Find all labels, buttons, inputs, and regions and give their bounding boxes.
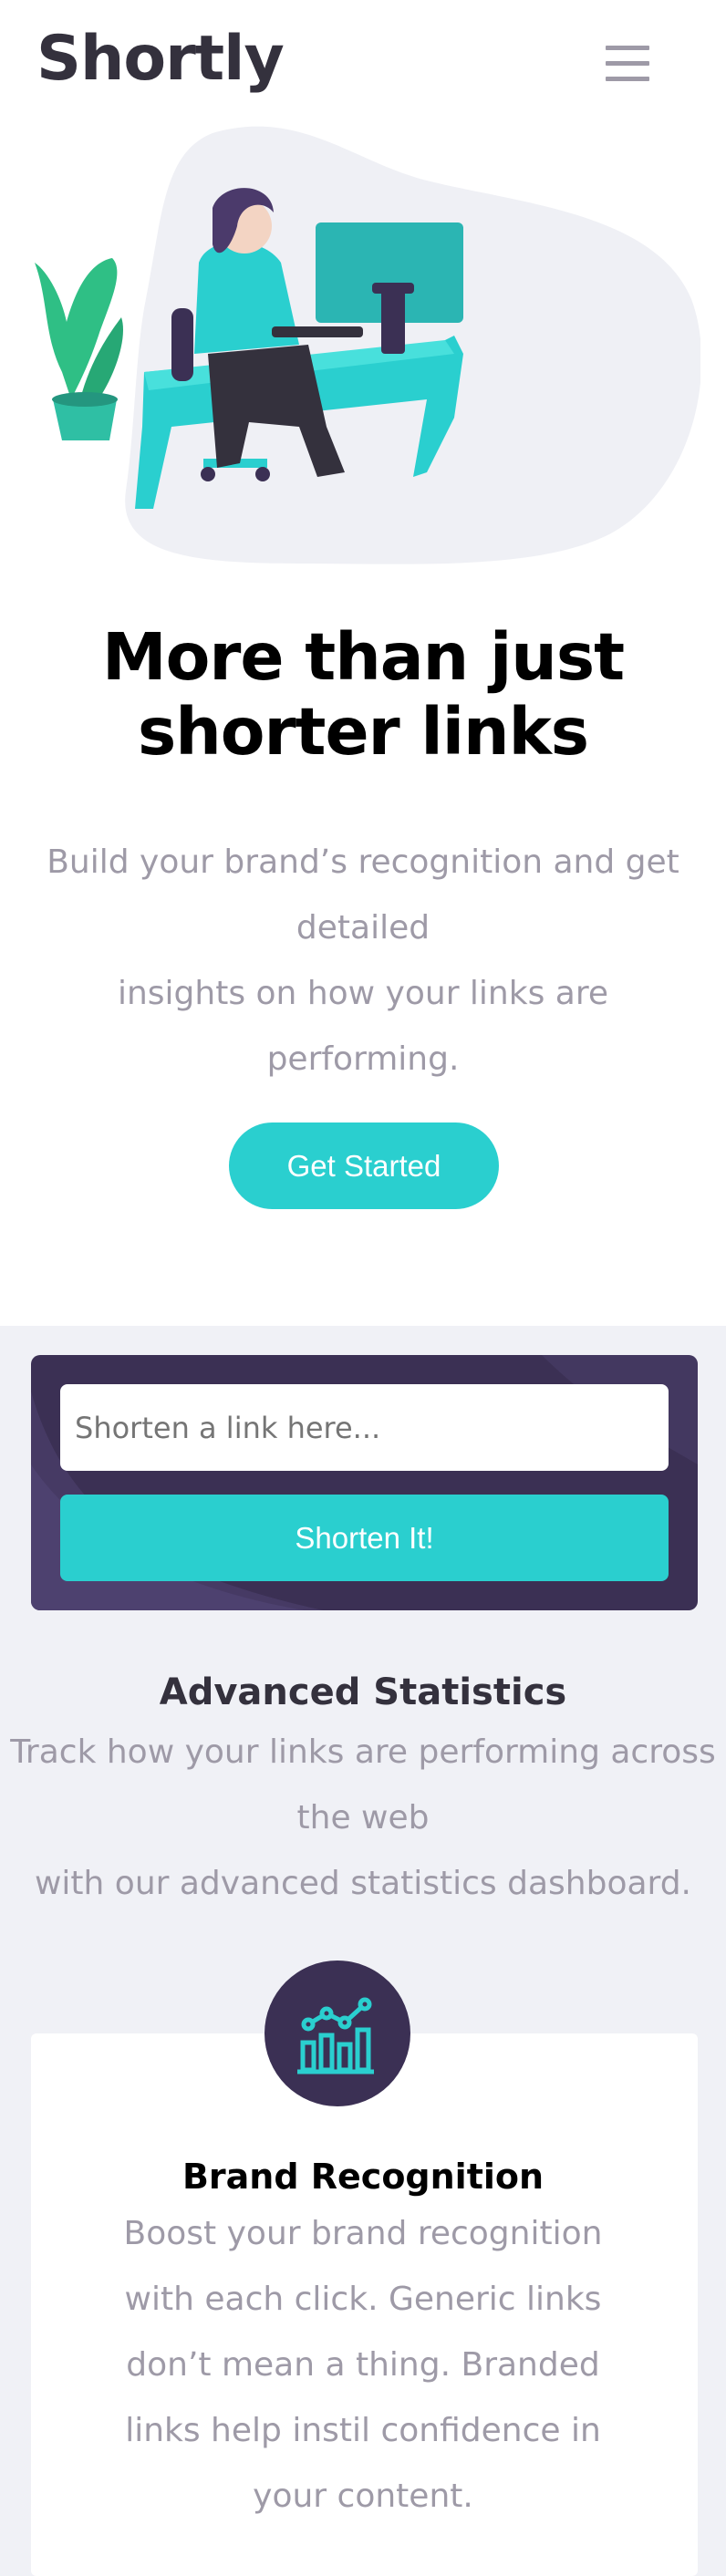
hero-description: Build your brand’s recognition and get d… <box>27 830 699 1092</box>
shorten-it-button[interactable]: Shorten It! <box>60 1495 669 1581</box>
card-desc-line: links help instil confidence in <box>125 2412 601 2449</box>
statistics-description: Track how your links are performing acro… <box>0 1720 726 1917</box>
card-title: Brand Recognition <box>182 2157 544 2197</box>
card-desc-line: Boost your brand recognition <box>123 2215 603 2252</box>
hero-desc-line: insights on how your links are <box>117 975 609 1012</box>
stats-desc-line: Track how your links are performing acro… <box>10 1733 716 1771</box>
hero-desc-line: Build your brand’s recognition and get <box>47 843 679 881</box>
hero-title: More than just shorter links <box>0 620 726 770</box>
site-header: Shortly <box>0 0 726 119</box>
card-desc-line: don’t mean a thing. Branded <box>126 2346 600 2384</box>
stats-desc-line: the web <box>296 1799 430 1836</box>
card-desc-line: your content. <box>253 2478 473 2515</box>
hero-desc-line: detailed <box>296 909 430 947</box>
working-illustration <box>35 126 700 564</box>
statistics-title: Advanced Statistics <box>159 1671 567 1713</box>
stats-desc-line: with our advanced statistics dashboard. <box>34 1865 692 1902</box>
hamburger-menu-icon[interactable] <box>606 46 649 82</box>
hero-title-line: More than just <box>101 619 625 695</box>
card-desc-line: with each click. Generic links <box>124 2281 602 2318</box>
shorten-form: Shorten It! <box>31 1355 698 1610</box>
hero-title-line: shorter links <box>137 694 589 770</box>
logo[interactable]: Shortly <box>36 18 285 100</box>
hero-desc-line: performing. <box>266 1040 460 1078</box>
brand-recognition-icon <box>264 1960 410 2106</box>
card-description: Boost your brand recognition with each c… <box>109 2201 617 2529</box>
get-started-button[interactable]: Get Started <box>229 1122 499 1209</box>
shorten-link-input[interactable] <box>60 1384 669 1471</box>
